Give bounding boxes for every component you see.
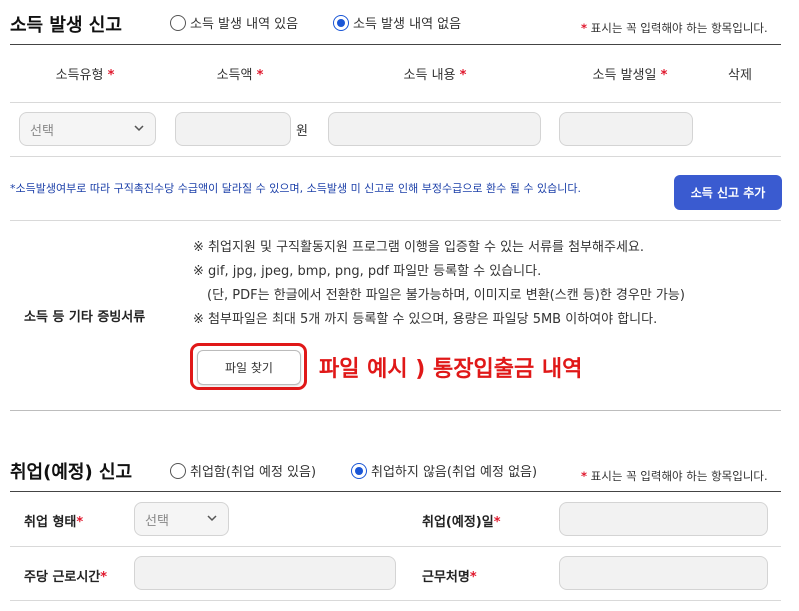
employment-required-note-text: 표시는 꼭 입력해야 하는 항목입니다. <box>590 469 768 483</box>
table-row-divider <box>10 156 781 157</box>
add-income-report-button[interactable]: 소득 신고 추가 <box>674 175 782 210</box>
employment-type-label-text: 취업 형태 <box>24 515 77 530</box>
required-star-icon: * <box>660 68 668 83</box>
guide-line-4: ※ 첨부파일은 최대 5개 까지 등록할 수 있으며, 용량은 파일당 5MB … <box>193 312 658 327</box>
required-star-icon: * <box>107 68 115 83</box>
evidence-label: 소득 등 기타 증빙서류 <box>24 310 146 325</box>
chevron-down-icon <box>207 515 217 522</box>
chevron-down-icon <box>134 125 144 132</box>
radio-unselected-icon[interactable] <box>170 14 186 31</box>
income-date-input[interactable] <box>559 112 693 146</box>
column-header-type: 소득유형 * <box>30 64 140 83</box>
required-star-icon: * <box>469 570 477 585</box>
file-example-annotation: 파일 예시 ) 통장입출금 내역 <box>319 357 583 382</box>
column-header-amount-text: 소득액 <box>216 68 253 83</box>
employment-required-note: * 표시는 꼭 입력해야 하는 항목입니다. <box>581 468 768 484</box>
section-divider <box>10 220 781 221</box>
workplace-label-text: 근무처명 <box>422 570 470 585</box>
required-star-icon: * <box>100 570 108 585</box>
employment-radio-no[interactable]: 취업하지 않음(취업 예정 없음) <box>351 461 537 480</box>
column-header-content-text: 소득 내용 <box>403 68 456 83</box>
income-type-select[interactable]: 선택 <box>19 112 156 146</box>
income-required-note: * 표시는 꼭 입력해야 하는 항목입니다. <box>581 20 768 36</box>
income-notice: *소득발생여부로 따라 구직촉진수당 수급액이 달라질 수 있으며, 소득발생 … <box>10 182 581 195</box>
income-type-select-value: 선택 <box>30 123 54 139</box>
required-star-icon: * <box>581 469 588 483</box>
column-header-amount: 소득액 * <box>185 64 295 83</box>
radio-selected-icon[interactable] <box>333 14 349 31</box>
table-header-divider <box>10 102 781 103</box>
table-bottom-border <box>10 600 781 601</box>
income-required-note-text: 표시는 꼭 입력해야 하는 항목입니다. <box>590 21 768 35</box>
employment-type-select-value: 선택 <box>145 513 169 529</box>
currency-unit: 원 <box>296 124 308 139</box>
guide-line-2: ※ gif, jpg, jpeg, bmp, png, pdf 파일만 등록할 … <box>193 264 542 279</box>
column-header-type-text: 소득유형 <box>55 68 104 83</box>
weekly-hours-label: 주당 근로시간* <box>24 566 107 585</box>
income-section-title: 소득 발생 신고 <box>10 15 122 36</box>
employment-table-top-border <box>10 491 781 492</box>
employment-radio-no-label: 취업하지 않음(취업 예정 없음) <box>371 465 538 480</box>
table-row-divider <box>10 546 781 547</box>
employment-date-label-text: 취업(예정)일 <box>422 515 494 530</box>
employment-type-label: 취업 형태* <box>24 511 83 530</box>
section-divider <box>10 410 781 411</box>
column-header-date: 소득 발생일 * <box>570 64 690 83</box>
required-star-icon: * <box>76 515 84 530</box>
evidence-guide: ※ 취업지원 및 구직활동지원 프로그램 이행을 입증할 수 있는 서류를 첨부… <box>193 236 685 332</box>
income-radio-no-label: 소득 발생 내역 없음 <box>353 17 462 32</box>
employment-radio-yes-label: 취업함(취업 예정 있음) <box>190 465 317 480</box>
income-amount-input[interactable] <box>175 112 291 146</box>
weekly-hours-input[interactable] <box>134 556 396 590</box>
workplace-label: 근무처명* <box>422 566 477 585</box>
employment-date-input[interactable] <box>559 502 768 536</box>
employment-radio-yes[interactable]: 취업함(취업 예정 있음) <box>170 461 316 480</box>
employment-date-label: 취업(예정)일* <box>422 511 501 530</box>
guide-line-3: (단, PDF는 한글에서 전환한 파일은 불가능하며, 이미지로 변환(스캔 … <box>207 288 685 303</box>
weekly-hours-label-text: 주당 근로시간 <box>24 570 101 585</box>
required-star-icon: * <box>581 21 588 35</box>
required-star-icon: * <box>256 68 264 83</box>
income-radio-no[interactable]: 소득 발생 내역 없음 <box>333 13 461 32</box>
employment-type-select[interactable]: 선택 <box>134 502 229 536</box>
column-header-date-text: 소득 발생일 <box>592 68 657 83</box>
column-header-content: 소득 내용 * <box>360 64 510 83</box>
required-star-icon: * <box>459 68 467 83</box>
guide-line-1: ※ 취업지원 및 구직활동지원 프로그램 이행을 입증할 수 있는 서류를 첨부… <box>193 240 645 255</box>
income-radio-yes-label: 소득 발생 내역 있음 <box>190 17 299 32</box>
income-table-top-border <box>10 44 781 45</box>
employment-section-title: 취업(예정) 신고 <box>10 462 133 483</box>
workplace-input[interactable] <box>559 556 768 590</box>
radio-selected-icon[interactable] <box>351 462 367 479</box>
file-select-button[interactable]: 파일 찾기 <box>197 350 301 385</box>
income-radio-yes[interactable]: 소득 발생 내역 있음 <box>170 13 298 32</box>
required-star-icon: * <box>493 515 501 530</box>
radio-unselected-icon[interactable] <box>170 462 186 479</box>
income-content-input[interactable] <box>328 112 541 146</box>
column-header-delete: 삭제 <box>728 68 752 83</box>
